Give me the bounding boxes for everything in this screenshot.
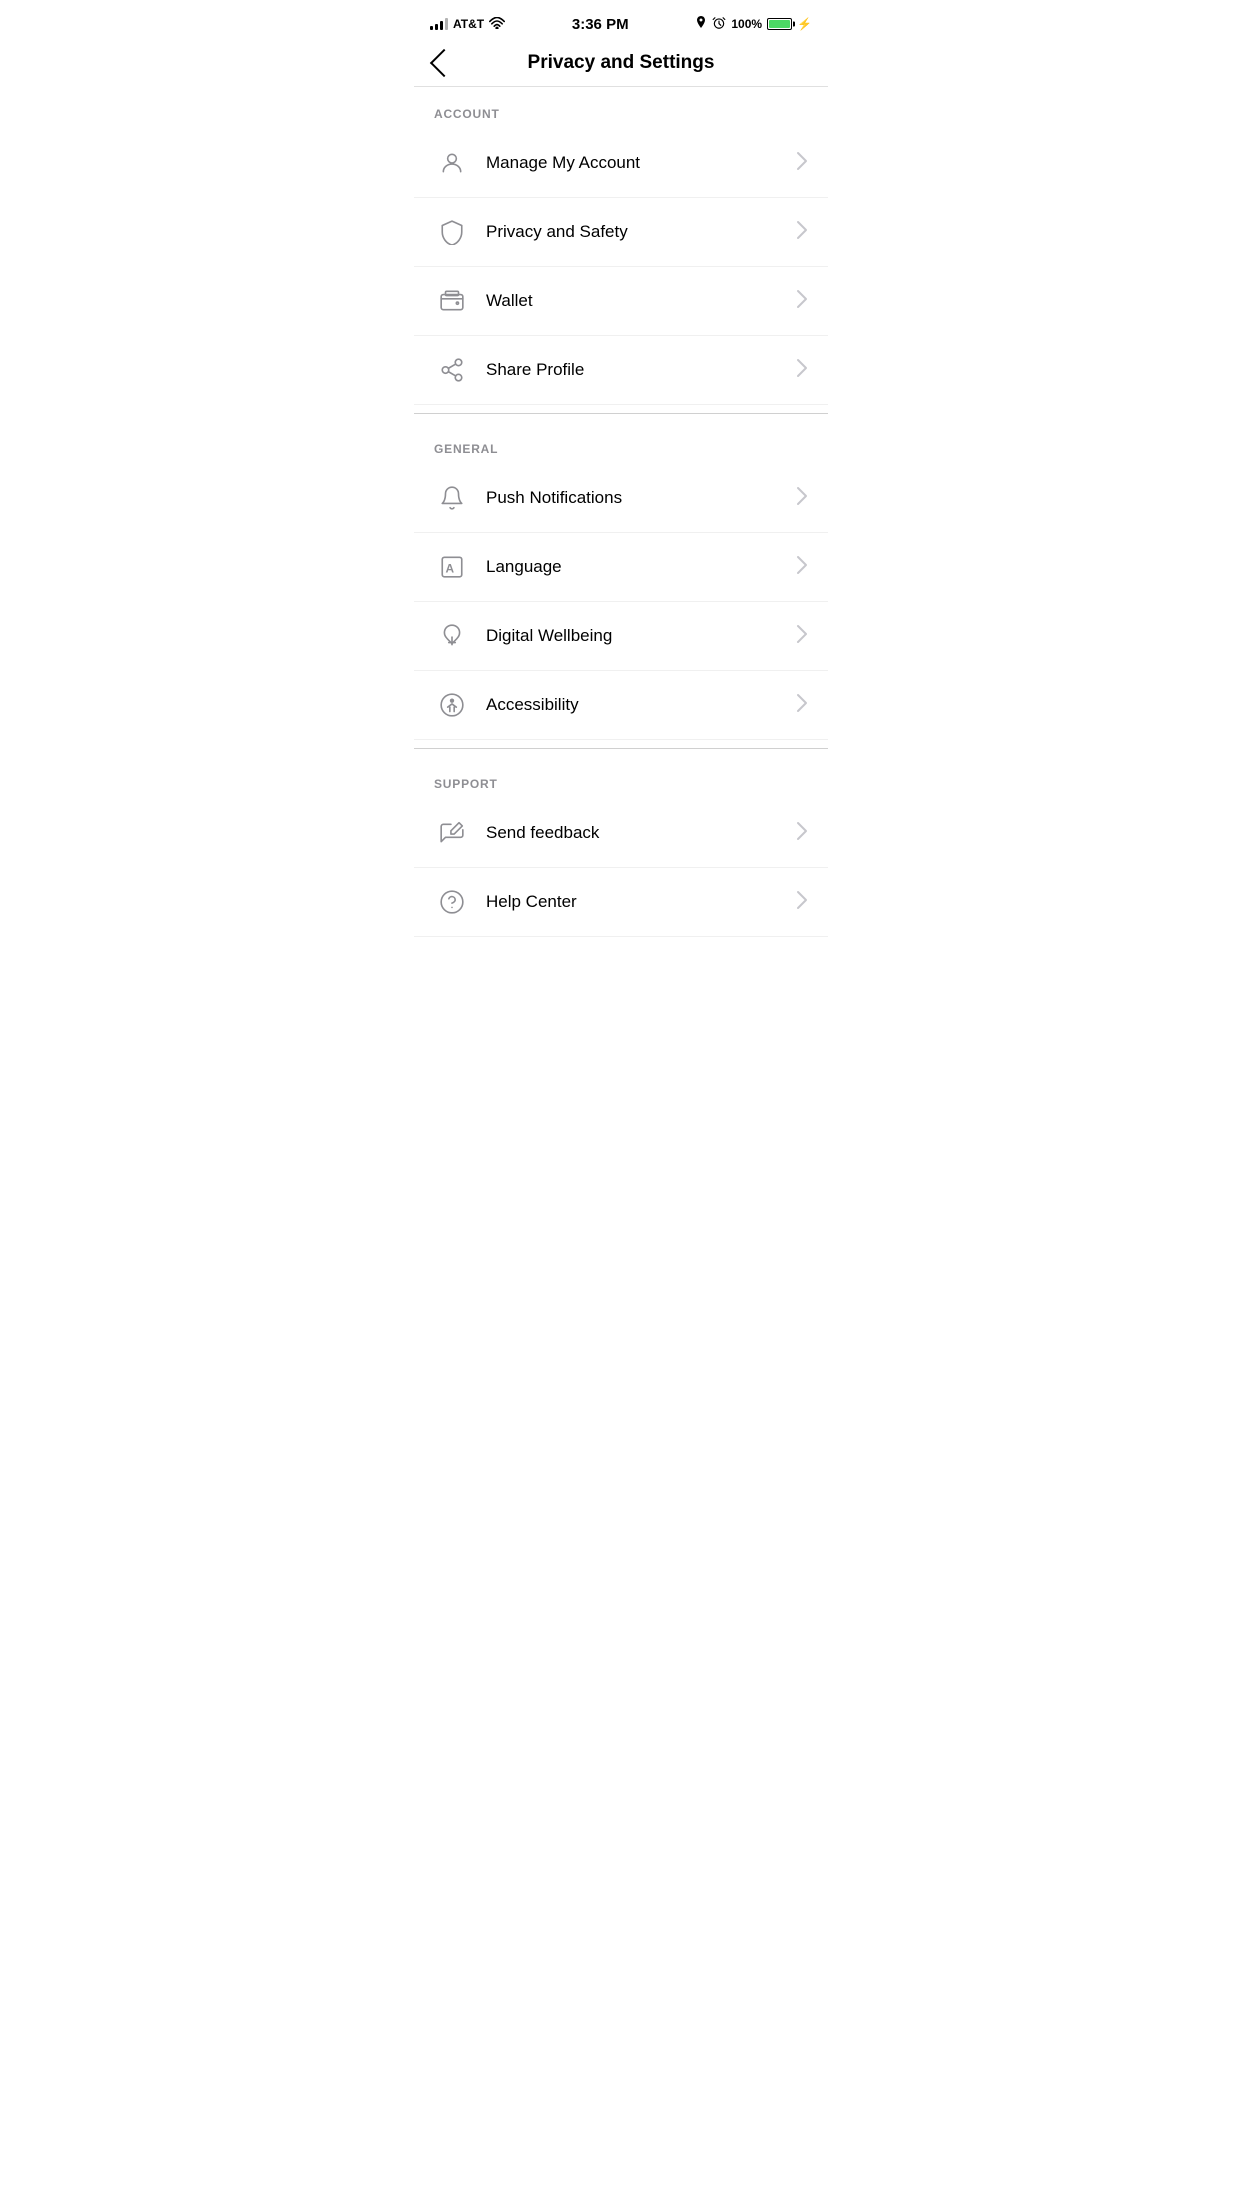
feedback-icon bbox=[434, 815, 470, 851]
send-feedback-label: Send feedback bbox=[486, 823, 796, 843]
wallet-label: Wallet bbox=[486, 291, 796, 311]
status-bar: AT&T 3:36 PM 100% bbox=[414, 0, 828, 44]
manage-account-label: Manage My Account bbox=[486, 153, 796, 173]
share-profile-label: Share Profile bbox=[486, 360, 796, 380]
general-section-header: GENERAL bbox=[414, 422, 828, 464]
digital-wellbeing-label: Digital Wellbeing bbox=[486, 626, 796, 646]
back-arrow-icon bbox=[430, 49, 458, 77]
location-icon bbox=[695, 16, 707, 33]
push-notifications-label: Push Notifications bbox=[486, 488, 796, 508]
account-section: ACCOUNT Manage My Account Privacy and Sa… bbox=[414, 87, 828, 405]
chevron-right-icon bbox=[796, 151, 808, 176]
accessibility-label: Accessibility bbox=[486, 695, 796, 715]
status-right: 100% ⚡ bbox=[695, 16, 812, 33]
account-general-divider bbox=[414, 413, 828, 414]
wallet-icon bbox=[434, 283, 470, 319]
chevron-right-icon bbox=[796, 890, 808, 915]
chevron-right-icon bbox=[796, 358, 808, 383]
page-title: Privacy and Settings bbox=[528, 52, 715, 74]
general-section: GENERAL Push Notifications A Language bbox=[414, 422, 828, 740]
help-center-item[interactable]: Help Center bbox=[414, 868, 828, 937]
svg-text:A: A bbox=[446, 561, 455, 575]
wellbeing-icon bbox=[434, 618, 470, 654]
account-section-header: ACCOUNT bbox=[414, 87, 828, 129]
push-notifications-item[interactable]: Push Notifications bbox=[414, 464, 828, 533]
share-profile-item[interactable]: Share Profile bbox=[414, 336, 828, 405]
nav-header: Privacy and Settings bbox=[414, 44, 828, 87]
status-time: 3:36 PM bbox=[572, 16, 629, 33]
share-icon bbox=[434, 352, 470, 388]
wallet-item[interactable]: Wallet bbox=[414, 267, 828, 336]
accessibility-item[interactable]: Accessibility bbox=[414, 671, 828, 740]
send-feedback-item[interactable]: Send feedback bbox=[414, 799, 828, 868]
chevron-right-icon bbox=[796, 624, 808, 649]
alarm-icon bbox=[712, 16, 726, 33]
back-button[interactable] bbox=[430, 49, 458, 77]
charging-icon: ⚡ bbox=[797, 17, 812, 31]
language-item[interactable]: A Language bbox=[414, 533, 828, 602]
wifi-icon bbox=[489, 17, 505, 32]
privacy-safety-item[interactable]: Privacy and Safety bbox=[414, 198, 828, 267]
language-label: Language bbox=[486, 557, 796, 577]
battery-percent: 100% bbox=[731, 17, 762, 31]
status-left: AT&T bbox=[430, 17, 505, 32]
support-section-header: SUPPORT bbox=[414, 757, 828, 799]
support-section: SUPPORT Send feedback Help Center bbox=[414, 757, 828, 937]
help-center-label: Help Center bbox=[486, 892, 796, 912]
chevron-right-icon bbox=[796, 220, 808, 245]
chevron-right-icon bbox=[796, 486, 808, 511]
help-icon bbox=[434, 884, 470, 920]
language-icon: A bbox=[434, 549, 470, 585]
accessibility-icon bbox=[434, 687, 470, 723]
bell-icon bbox=[434, 480, 470, 516]
general-support-divider bbox=[414, 748, 828, 749]
manage-account-item[interactable]: Manage My Account bbox=[414, 129, 828, 198]
battery-icon bbox=[767, 18, 792, 30]
privacy-safety-label: Privacy and Safety bbox=[486, 222, 796, 242]
chevron-right-icon bbox=[796, 821, 808, 846]
person-icon bbox=[434, 145, 470, 181]
signal-bars bbox=[430, 18, 448, 30]
chevron-right-icon bbox=[796, 555, 808, 580]
carrier-label: AT&T bbox=[453, 17, 484, 31]
shield-icon bbox=[434, 214, 470, 250]
chevron-right-icon bbox=[796, 289, 808, 314]
digital-wellbeing-item[interactable]: Digital Wellbeing bbox=[414, 602, 828, 671]
chevron-right-icon bbox=[796, 693, 808, 718]
